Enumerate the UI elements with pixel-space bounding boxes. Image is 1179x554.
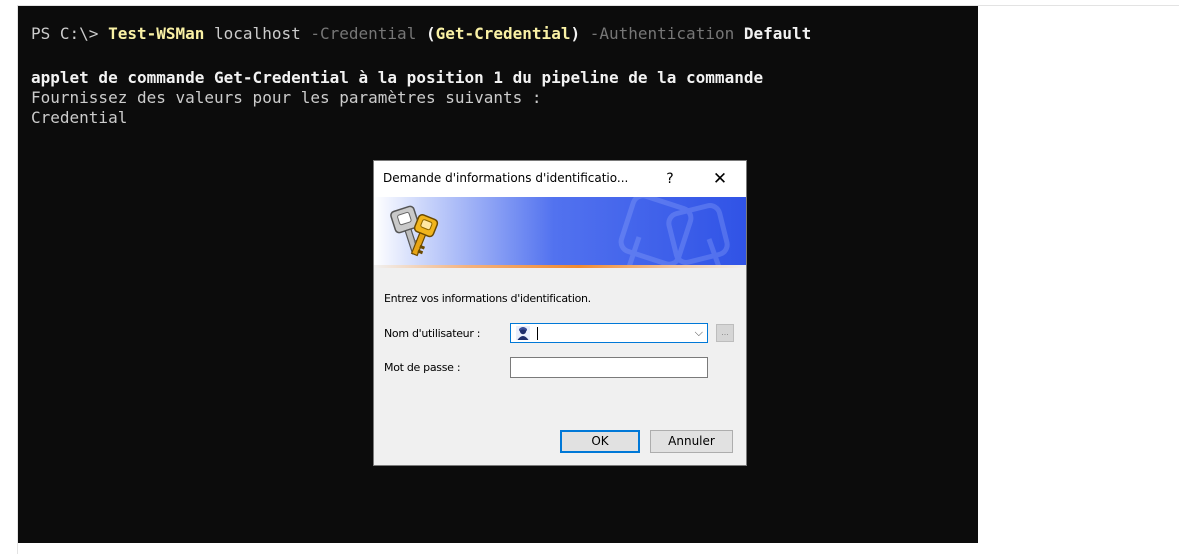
parameters-prompt: Fournissez des valeurs pour les paramètr…: [31, 88, 542, 107]
text-caret: [537, 327, 538, 340]
help-button[interactable]: ?: [658, 167, 682, 191]
ok-button[interactable]: OK: [560, 430, 640, 453]
keys-icon: [390, 205, 439, 257]
credential-dialog: Demande d'informations d'identificatio..…: [373, 160, 747, 466]
credential-label: Credential: [31, 108, 128, 127]
open-paren: (: [416, 24, 436, 43]
cancel-button[interactable]: Annuler: [650, 430, 733, 453]
command-target: localhost: [204, 24, 311, 43]
banner-accent-line: [374, 265, 746, 268]
pipeline-message: applet de commande Get-Credential à la p…: [31, 68, 764, 87]
dialog-titlebar[interactable]: Demande d'informations d'identificatio..…: [374, 161, 746, 197]
dialog-banner: [374, 197, 746, 267]
dialog-title: Demande d'informations d'identificatio..…: [383, 171, 629, 185]
auth-value: Default: [734, 24, 812, 43]
browse-button[interactable]: ...: [716, 324, 734, 342]
close-button[interactable]: ✕: [706, 167, 734, 191]
user-icon: [516, 326, 530, 340]
instruction-text: Entrez vos informations d'identification…: [384, 292, 591, 305]
credential-param: -Credential: [310, 24, 417, 43]
auth-param: -Authentication: [580, 24, 735, 43]
chevron-down-icon[interactable]: ⌵: [695, 326, 703, 340]
username-combobox[interactable]: ⌵: [510, 323, 708, 343]
close-paren: ): [570, 24, 581, 43]
command-line: PS C:\> Test-WSMan localhost -Credential…: [31, 24, 811, 44]
username-label: Nom d'utilisateur :: [384, 327, 481, 340]
password-label: Mot de passe :: [384, 361, 461, 374]
prompt: PS C:\>: [31, 24, 109, 43]
inner-cmdlet: Get-Credential: [435, 24, 571, 43]
password-field[interactable]: [510, 357, 708, 378]
cmdlet-name: Test-WSMan: [108, 24, 205, 43]
